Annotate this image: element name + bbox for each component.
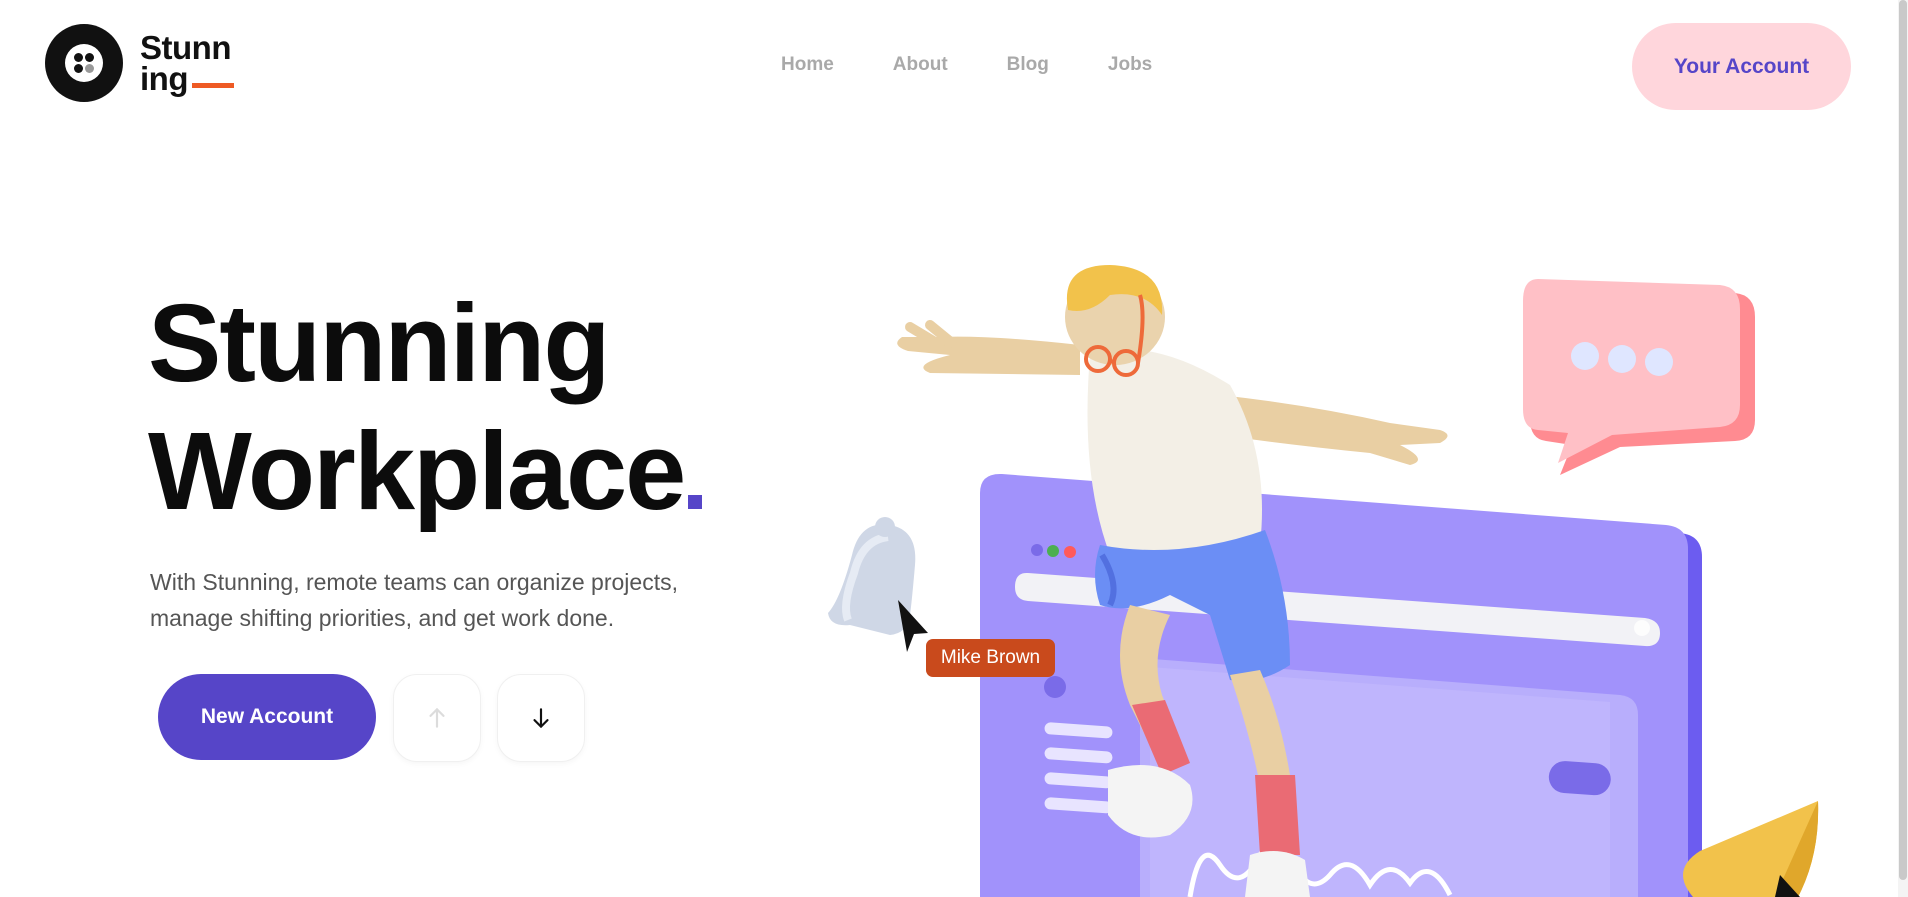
page-scrollbar[interactable] <box>1898 0 1908 897</box>
scroll-down-button[interactable] <box>497 674 585 762</box>
nav-blog-link[interactable]: Blog <box>1007 54 1049 76</box>
logo[interactable]: Stunn ing <box>45 24 234 102</box>
new-account-button[interactable]: New Account <box>158 674 376 760</box>
browser-window-graphic <box>980 473 1702 897</box>
hero-title: Stunning Workplace <box>148 280 703 536</box>
hero-description: With Stunning, remote teams can organize… <box>150 564 750 636</box>
arrow-down-icon <box>533 708 549 728</box>
chat-bubble-icon <box>1523 279 1755 475</box>
logo-mark-icon <box>45 24 123 102</box>
user-name-tag: Mike Brown <box>926 639 1055 677</box>
nav-about-link[interactable]: About <box>893 54 948 76</box>
hero-illustration <box>828 265 1819 897</box>
hero-title-line2: Workplace <box>148 410 686 533</box>
scrollbar-thumb[interactable] <box>1899 0 1907 880</box>
logo-underline <box>191 83 234 88</box>
hero-title-line1: Stunning <box>148 282 611 405</box>
scroll-up-button[interactable] <box>393 674 481 762</box>
title-accent-dot <box>688 495 703 509</box>
cone-icon <box>1683 801 1819 897</box>
logo-text: Stunn ing <box>140 29 234 97</box>
logo-text-line1: Stunn <box>140 29 231 66</box>
cursor-icon <box>898 600 928 652</box>
logo-text-line2: ing <box>140 60 188 97</box>
nav-home-link[interactable]: Home <box>781 54 834 76</box>
nav-jobs-link[interactable]: Jobs <box>1108 54 1152 76</box>
hero-description-line2: manage shifting priorities, and get work… <box>150 605 615 631</box>
hero-description-line1: With Stunning, remote teams can organize… <box>150 569 678 595</box>
main-nav: Home About Blog Jobs <box>781 54 1152 76</box>
arrow-up-icon <box>429 708 445 728</box>
your-account-button[interactable]: Your Account <box>1632 23 1851 110</box>
